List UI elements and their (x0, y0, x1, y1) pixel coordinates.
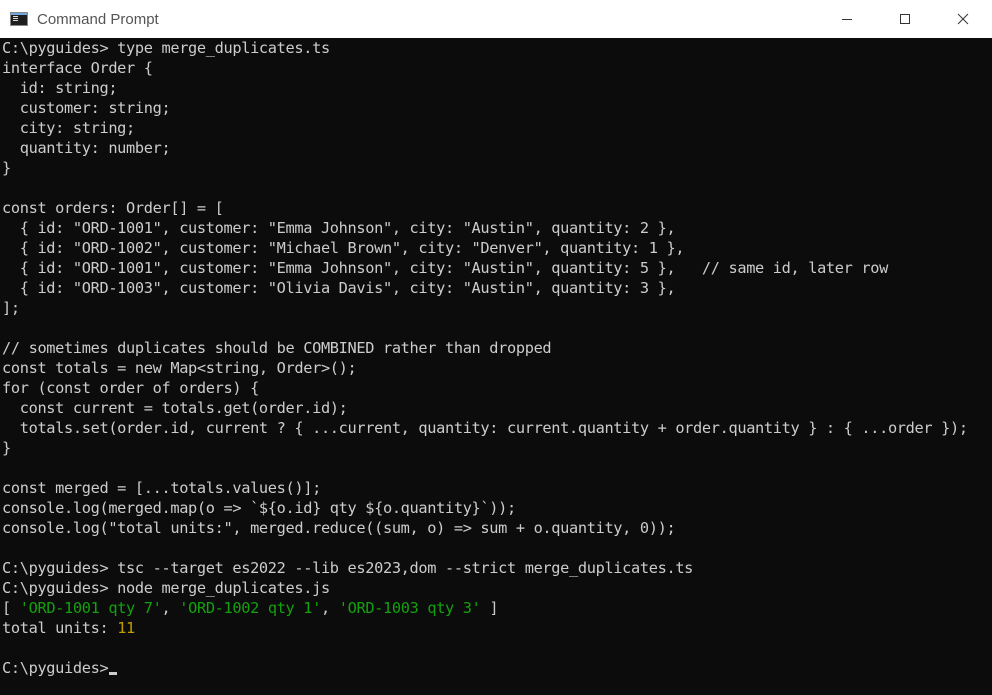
close-icon (957, 13, 969, 25)
terminal-line: C:\pyguides> tsc --target es2022 --lib e… (2, 559, 694, 577)
terminal-line: for (const order of orders) { (2, 379, 259, 397)
text-cursor (109, 672, 118, 675)
maximize-icon (900, 14, 910, 24)
terminal-area[interactable]: C:\pyguides> type merge_duplicates.tsint… (0, 38, 992, 695)
array-item: 'ORD-1002 qty 1' (179, 599, 321, 617)
prompt-line[interactable]: C:\pyguides> (2, 658, 992, 678)
command-prompt-window: Command Prompt C:\pyguides> type merge_d… (0, 0, 992, 695)
array-close: ] (480, 599, 499, 617)
array-output-line: [ 'ORD-1001 qty 7', 'ORD-1002 qty 1', 'O… (2, 598, 992, 618)
terminal-line: { id: "ORD-1002", customer: "Michael Bro… (2, 239, 685, 257)
terminal-line: C:\pyguides> node merge_duplicates.js (2, 579, 330, 597)
terminal-line: const merged = [...totals.values()]; (2, 479, 321, 497)
terminal-line: id: string; (2, 79, 118, 97)
minimize-icon (842, 19, 852, 20)
terminal-line: const orders: Order[] = [ (2, 199, 224, 217)
terminal-line: { id: "ORD-1003", customer: "Olivia Davi… (2, 279, 676, 297)
array-separator: , (321, 599, 339, 617)
terminal-output: C:\pyguides> type merge_duplicates.tsint… (0, 38, 992, 678)
terminal-line: ]; (2, 299, 20, 317)
terminal-line: console.log(merged.map(o => `${o.id} qty… (2, 499, 516, 517)
title-bar[interactable]: Command Prompt (0, 0, 992, 38)
close-button[interactable] (934, 0, 992, 38)
terminal-line: const current = totals.get(order.id); (2, 399, 348, 417)
terminal-line: interface Order { (2, 59, 153, 77)
total-units-label: total units: (2, 619, 118, 637)
array-separator: , (161, 599, 180, 617)
terminal-line: city: string; (2, 119, 136, 137)
terminal-line: // sometimes duplicates should be COMBIN… (2, 339, 552, 357)
terminal-line: totals.set(order.id, current ? { ...curr… (2, 419, 968, 437)
array-item: 'ORD-1003 qty 3' (338, 599, 481, 617)
prompt: C:\pyguides> (2, 659, 109, 677)
window-controls (818, 0, 992, 38)
terminal-line: customer: string; (2, 99, 171, 117)
array-item: 'ORD-1001 qty 7' (19, 599, 162, 617)
minimize-button[interactable] (818, 0, 876, 38)
terminal-line: } (2, 159, 11, 177)
array-open: [ (2, 599, 20, 617)
terminal-line: C:\pyguides> type merge_duplicates.ts (2, 39, 330, 57)
terminal-line: quantity: number; (2, 139, 171, 157)
maximize-button[interactable] (876, 0, 934, 38)
total-units-line: total units: 11 (2, 618, 992, 638)
terminal-line: { id: "ORD-1001", customer: "Emma Johnso… (2, 219, 676, 237)
terminal-line: const totals = new Map<string, Order>(); (2, 359, 357, 377)
terminal-line: { id: "ORD-1001", customer: "Emma Johnso… (2, 259, 889, 277)
terminal-line: console.log("total units:", merged.reduc… (2, 519, 676, 537)
window-title: Command Prompt (37, 10, 159, 28)
command-prompt-icon (10, 12, 28, 26)
terminal-line: } (2, 439, 11, 457)
total-units-value: 11 (117, 619, 135, 637)
